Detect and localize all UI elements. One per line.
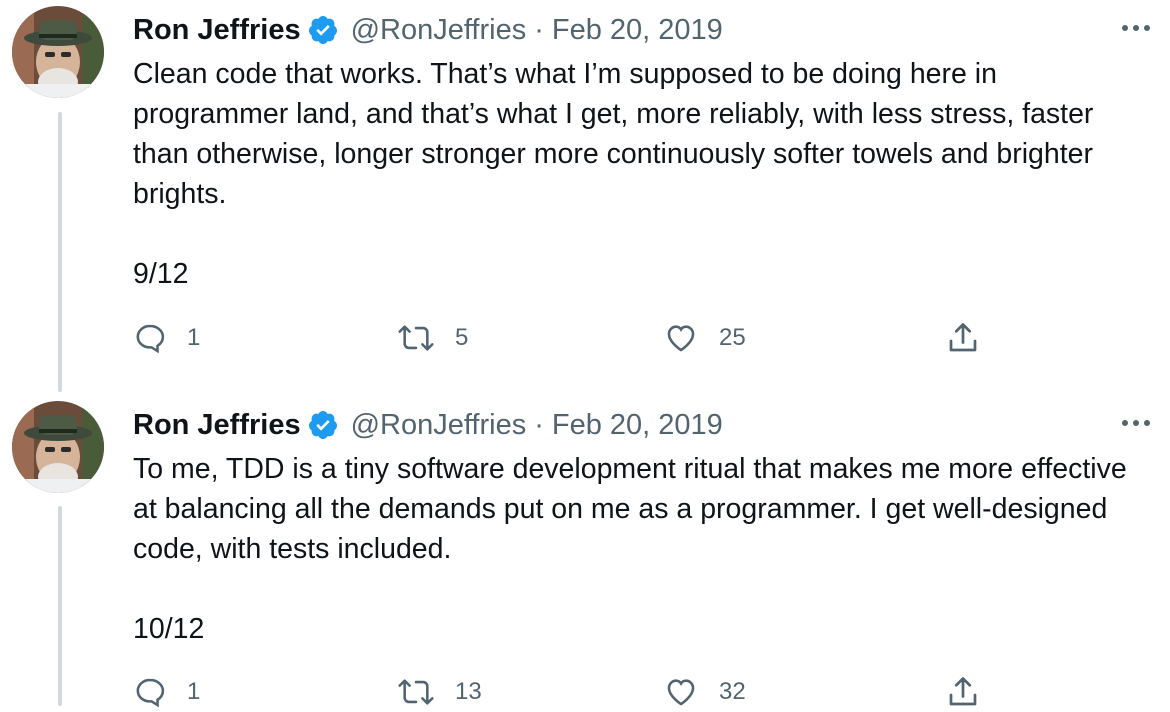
tweet[interactable]: Ron Jeffries @RonJeffries · Feb 20, 2019… xyxy=(0,395,1170,708)
like-button[interactable]: 25 xyxy=(663,318,746,358)
tweet-text: Clean code that works. That’s what I’m s… xyxy=(133,58,1094,290)
like-button[interactable]: 32 xyxy=(663,672,746,712)
reply-icon xyxy=(133,675,167,709)
avatar[interactable] xyxy=(12,401,104,493)
author-handle[interactable]: @RonJeffries xyxy=(351,407,527,443)
tweet-header: Ron Jeffries @RonJeffries · Feb 20, 2019 xyxy=(133,407,723,443)
retweet-count: 13 xyxy=(455,678,482,705)
retweet-button[interactable]: 5 xyxy=(397,318,468,358)
separator: · xyxy=(534,14,544,46)
separator: · xyxy=(534,409,544,441)
avatar[interactable] xyxy=(12,6,104,98)
verified-badge-icon xyxy=(307,14,339,46)
retweet-button[interactable]: 13 xyxy=(397,672,482,712)
like-count: 25 xyxy=(719,324,746,351)
like-count: 32 xyxy=(719,678,746,705)
author-name[interactable]: Ron Jeffries xyxy=(133,12,301,48)
reply-button[interactable]: 1 xyxy=(133,672,200,712)
reply-count: 1 xyxy=(187,678,201,705)
reply-count: 1 xyxy=(187,324,201,351)
share-icon xyxy=(945,320,981,356)
tweet[interactable]: Ron Jeffries @RonJeffries · Feb 20, 2019… xyxy=(0,0,1170,395)
tweet-date[interactable]: Feb 20, 2019 xyxy=(552,12,723,48)
tweet-date[interactable]: Feb 20, 2019 xyxy=(552,407,723,443)
retweet-count: 5 xyxy=(455,324,469,351)
reply-button[interactable]: 1 xyxy=(133,318,200,358)
author-name[interactable]: Ron Jeffries xyxy=(133,407,301,443)
tweet-header: Ron Jeffries @RonJeffries · Feb 20, 2019 xyxy=(133,12,723,48)
retweet-icon xyxy=(397,675,435,709)
share-icon xyxy=(945,674,981,710)
share-button[interactable] xyxy=(945,318,981,358)
more-horizontal-icon[interactable] xyxy=(1118,411,1154,435)
heart-icon xyxy=(663,675,699,709)
heart-icon xyxy=(663,321,699,355)
share-button[interactable] xyxy=(945,672,981,712)
verified-badge-icon xyxy=(307,409,339,441)
retweet-icon xyxy=(397,321,435,355)
author-handle[interactable]: @RonJeffries xyxy=(351,12,527,48)
tweet-text: To me, TDD is a tiny software developmen… xyxy=(133,453,1127,645)
more-horizontal-icon[interactable] xyxy=(1118,16,1154,40)
reply-icon xyxy=(133,321,167,355)
